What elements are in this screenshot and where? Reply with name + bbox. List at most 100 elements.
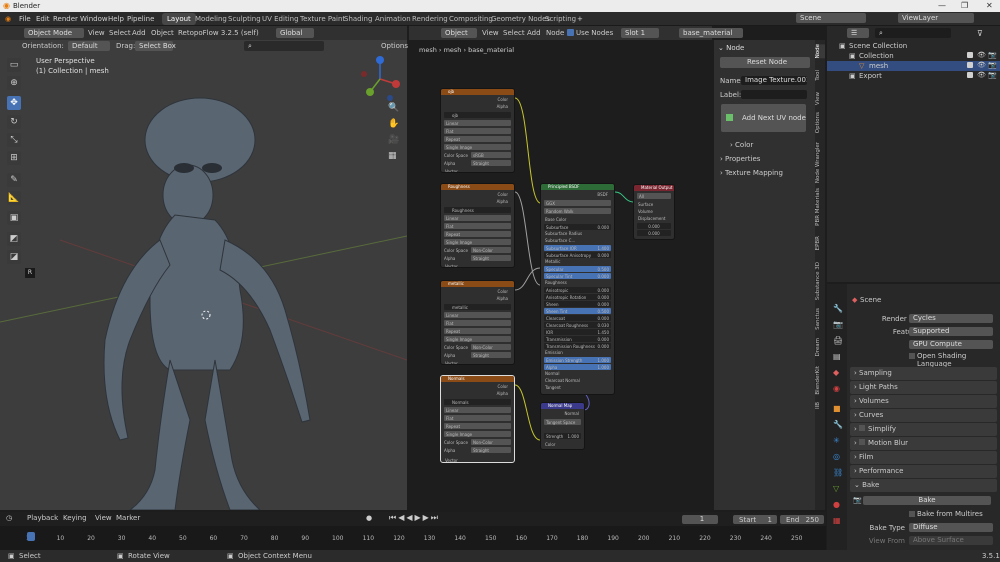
image-selector[interactable]: metallic — [444, 304, 511, 310]
end-frame-field[interactable]: End 250 — [780, 515, 824, 524]
pan-hand-icon[interactable]: ✋ — [388, 119, 399, 129]
properties-section[interactable]: › Properties — [720, 155, 760, 163]
output-tab-icon[interactable]: 🖨 — [833, 336, 843, 345]
outliner-row[interactable]: ▣ Collection 👁 📷 — [827, 51, 1000, 61]
data-tab-icon[interactable]: ▽ — [833, 484, 839, 493]
timeline-menu-keying[interactable]: Keying — [63, 514, 87, 522]
material-tab-icon[interactable]: ● — [833, 500, 840, 509]
outliner-display-mode[interactable]: ☰ — [847, 28, 869, 38]
outliner-row[interactable]: ▣ Export 👁 📷 — [827, 71, 1000, 81]
ne-menu-add[interactable]: Add — [527, 29, 541, 37]
texture-option[interactable]: Flat — [444, 128, 511, 134]
mode-selector[interactable]: Object Mode — [24, 28, 84, 38]
texture-option[interactable]: Linear — [444, 120, 511, 126]
texture-option[interactable]: Repeat — [444, 423, 511, 429]
add-workspace-icon[interactable]: + — [577, 15, 583, 23]
blender-menu-icon[interactable]: ◉ — [5, 15, 11, 23]
image-texture-node[interactable]: Roughness Color Alpha Roughness Linear Fla… — [440, 183, 515, 268]
properties-panel-header[interactable]: › Curves — [850, 409, 997, 422]
image-texture-node[interactable]: Normals Color Alpha Normals Linear Flat Rep… — [440, 375, 515, 463]
texture-mapping-section[interactable]: › Texture Mapping — [720, 169, 783, 177]
alpha-mode-dropdown[interactable]: Straight — [471, 255, 511, 261]
sidebar-tab[interactable]: Node Wrangler — [815, 142, 825, 183]
sidebar-tab[interactable]: BlenderKit — [815, 366, 825, 395]
bsdf-value-field[interactable]: Specular Tint 0.000 — [544, 273, 611, 279]
options-menu[interactable]: Options — [381, 42, 408, 50]
texture-option[interactable]: Linear — [444, 407, 511, 413]
bsdf-value-field[interactable]: Emission Strength 1.000 — [544, 357, 611, 363]
rotate-tool[interactable]: ↻ — [7, 115, 21, 129]
sidebar-tab[interactable]: PBR Materials — [815, 188, 825, 226]
color-section[interactable]: › Color — [730, 141, 753, 149]
distribution-dropdown[interactable]: GGX — [544, 200, 611, 206]
image-texture-node[interactable]: ojb Color Alpha ojb Linear Flat Repeat Singl… — [440, 88, 515, 173]
transform-orientation[interactable]: Global — [276, 28, 314, 38]
bsdf-value-field[interactable]: Alpha 1.000 — [544, 364, 611, 370]
outliner-search[interactable]: ⌕ — [875, 28, 951, 38]
output-value-field[interactable]: 0.000 — [637, 230, 671, 236]
sidebar-tab[interactable]: EPBR — [815, 236, 825, 250]
close-icon[interactable]: ✕ — [986, 1, 993, 10]
sidebar-tab[interactable]: Node — [815, 44, 825, 59]
slot-dropdown[interactable]: Slot 1 — [621, 28, 659, 38]
vp-menu-view[interactable]: View — [88, 29, 105, 37]
bsdf-value-field[interactable]: Transmission Roughness 0.000 — [544, 343, 611, 349]
properties-panel-header[interactable]: › Sampling — [850, 367, 997, 380]
viewport-search[interactable]: ⌕ — [244, 41, 324, 51]
bake-multires-checkbox[interactable] — [909, 511, 915, 517]
navigation-gizmo[interactable] — [360, 54, 404, 104]
filter-icon[interactable]: ⊽ — [977, 29, 983, 38]
properties-panel-header[interactable]: › Volumes — [850, 395, 997, 408]
texture-option[interactable]: Flat — [444, 415, 511, 421]
render-camera-icon[interactable]: 📷 — [988, 51, 997, 59]
scale-tool[interactable]: ⤡ — [7, 133, 21, 147]
physics-tab-icon[interactable]: ◎ — [833, 452, 840, 461]
maximize-icon[interactable]: ❐ — [961, 1, 968, 10]
outliner-row[interactable]: ▽ mesh 👁 📷 — [827, 61, 1000, 71]
strength-field[interactable]: Strength 1.000 — [544, 433, 581, 439]
rf-tool-1[interactable]: ◩ — [7, 232, 21, 246]
view-from-dropdown[interactable]: Above Surface — [909, 536, 993, 545]
exclude-checkbox[interactable] — [967, 72, 973, 78]
osl-checkbox[interactable] — [909, 353, 915, 359]
menu-pipeline[interactable]: Pipeline — [127, 15, 154, 23]
colorspace-dropdown[interactable]: Non-Color — [471, 344, 511, 350]
autokey-icon[interactable]: ● — [366, 514, 372, 522]
transform-tool[interactable]: ⊞ — [7, 151, 21, 165]
bake-button[interactable]: Bake — [863, 496, 991, 505]
object-tab-icon[interactable]: ■ — [833, 404, 841, 413]
render-engine-dropdown[interactable]: Cycles — [909, 314, 993, 323]
bsdf-value-field[interactable]: Sheen 0.000 — [544, 301, 611, 307]
texture-option[interactable]: Repeat — [444, 136, 511, 142]
particles-tab-icon[interactable]: ✳ — [833, 436, 840, 445]
current-frame-field[interactable]: 1 — [682, 515, 718, 524]
grid-icon[interactable]: ▦ — [388, 151, 397, 161]
bsdf-value-field[interactable]: Clearcoat 0.000 — [544, 315, 611, 321]
bsdf-value-field[interactable]: Transmission 0.000 — [544, 336, 611, 342]
orientation-dropdown[interactable]: Default — [68, 41, 110, 51]
menu-file[interactable]: File — [19, 15, 31, 23]
timeline-ruler[interactable]: 1102030405060708090100110120130140150160… — [0, 526, 826, 550]
properties-panel-header[interactable]: › Film — [850, 451, 997, 464]
measure-tool[interactable]: 📐 — [7, 191, 21, 205]
shader-node-editor[interactable]: mesh › mesh › base_material ojb Color Al… — [409, 40, 712, 510]
bsdf-value-field[interactable]: Anisotropic 0.000 — [544, 287, 611, 293]
ne-menu-view[interactable]: View — [482, 29, 499, 37]
principled-bsdf-node[interactable]: Principled BSDF BSDF GGX Random Walk Base… — [540, 183, 615, 395]
scene-tab-icon[interactable]: ◆ — [833, 368, 839, 377]
ne-menu-node[interactable]: Node — [546, 29, 564, 37]
normal-space-dropdown[interactable]: Tangent Space — [544, 419, 581, 425]
image-selector[interactable]: Normals — [444, 399, 511, 405]
move-tool[interactable]: ✥ — [7, 96, 21, 110]
start-frame-field[interactable]: Start 1 — [733, 515, 777, 524]
drag-dropdown[interactable]: Select Box — [135, 41, 176, 51]
sidebar-tab[interactable]: Dream — [815, 338, 825, 357]
bsdf-value-field[interactable]: Sheen Tint 0.500 — [544, 308, 611, 314]
render-camera-icon[interactable]: 📷 — [988, 61, 997, 69]
properties-panel-header[interactable]: › Performance — [850, 465, 997, 478]
ne-menu-select[interactable]: Select — [503, 29, 525, 37]
bsdf-value-field[interactable]: Anisotropic Rotation 0.000 — [544, 294, 611, 300]
tab-scripting[interactable]: Scripting — [540, 13, 581, 25]
tool-tab-icon[interactable]: 🔧 — [833, 304, 843, 313]
texture-option[interactable]: Flat — [444, 223, 511, 229]
